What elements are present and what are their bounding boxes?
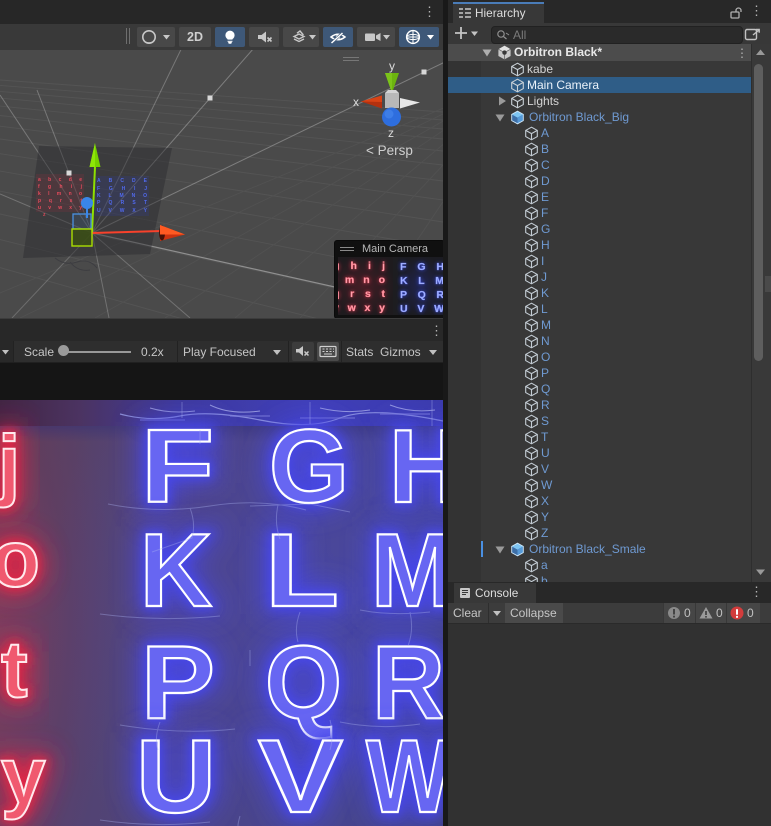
svg-text:M: M bbox=[371, 513, 443, 629]
svg-text:vwxy: vwxy bbox=[338, 302, 385, 314]
svg-text:G: G bbox=[269, 409, 349, 525]
svg-text:FGH: FGH bbox=[400, 261, 444, 273]
svg-text:F: F bbox=[141, 409, 214, 525]
svg-text:ghij: ghij bbox=[338, 260, 385, 272]
svg-text:j: j bbox=[0, 419, 20, 508]
svg-text:KLM: KLM bbox=[400, 275, 444, 287]
svg-text:U: U bbox=[136, 719, 216, 826]
svg-text:z: z bbox=[388, 126, 394, 140]
svg-text:UVW: UVW bbox=[400, 303, 444, 315]
svg-text:o: o bbox=[0, 514, 40, 603]
svg-text:x: x bbox=[353, 95, 359, 109]
svg-text:y: y bbox=[389, 59, 395, 73]
svg-text:lmno: lmno bbox=[338, 274, 385, 286]
svg-text:K: K bbox=[140, 513, 212, 629]
svg-text:t: t bbox=[1, 625, 28, 714]
svg-text:W: W bbox=[366, 719, 443, 826]
svg-text:L: L bbox=[265, 513, 339, 629]
svg-text:PQR: PQR bbox=[400, 289, 444, 301]
svg-text:y: y bbox=[1, 731, 46, 820]
svg-text:V: V bbox=[258, 719, 343, 826]
svg-text:qrst: qrst bbox=[338, 288, 386, 300]
svg-text:H: H bbox=[389, 409, 443, 525]
